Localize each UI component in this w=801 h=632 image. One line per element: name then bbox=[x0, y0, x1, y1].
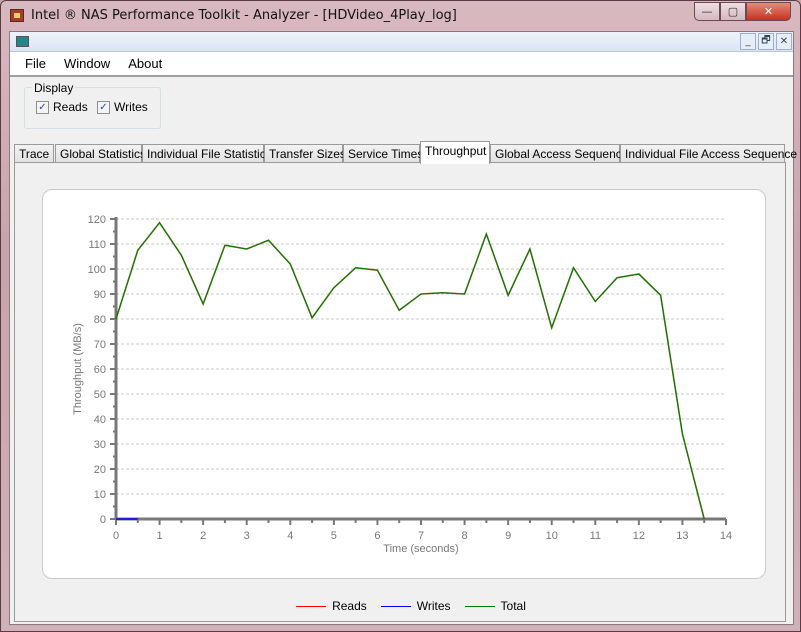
app-window: Intel ® NAS Performance Toolkit - Analyz… bbox=[0, 0, 801, 632]
legend-label: Total bbox=[500, 599, 526, 613]
y-tick-label: 20 bbox=[94, 464, 106, 476]
legend-label: Reads bbox=[332, 599, 367, 613]
reads-checkbox[interactable]: ✓ Reads bbox=[36, 100, 88, 114]
x-tick-label: 12 bbox=[633, 530, 645, 542]
x-tick-label: 1 bbox=[157, 530, 163, 542]
chart-area: 0 10 20 30 40 50 60 70 80 90 100 110 120 0 1 2 3 4 5 6 7 8 9 10… bbox=[42, 189, 766, 579]
legend-writes[interactable]: Writes bbox=[380, 599, 451, 613]
y-tick-label: 100 bbox=[88, 264, 106, 276]
tab-global-access-sequence[interactable]: Global Access Sequence bbox=[490, 144, 628, 163]
y-tick-label: 30 bbox=[94, 439, 106, 451]
x-tick-label: 13 bbox=[676, 530, 688, 542]
legend-swatch bbox=[296, 605, 327, 607]
x-tick-label: 11 bbox=[590, 530, 601, 542]
maximize-button[interactable]: ▢ bbox=[720, 2, 746, 21]
y-tick-label: 80 bbox=[94, 314, 106, 326]
x-tick-label: 10 bbox=[546, 530, 558, 542]
minimize-button[interactable]: — bbox=[694, 2, 720, 21]
x-tick-label: 4 bbox=[287, 530, 293, 542]
x-axis-label: Time (seconds) bbox=[383, 543, 458, 555]
x-tick-label: 8 bbox=[462, 530, 468, 542]
x-tick-label: 3 bbox=[244, 530, 250, 542]
x-tick-label: 7 bbox=[418, 530, 424, 542]
mdi-client: _ 🗗 ✕ File Window About Display ✓ Reads … bbox=[9, 31, 797, 625]
y-tick-label: 70 bbox=[94, 339, 106, 351]
tab-global-statistics[interactable]: Global Statistics bbox=[55, 144, 146, 163]
app-icon bbox=[10, 9, 24, 22]
y-tick-label: 90 bbox=[94, 289, 106, 301]
x-tick-label: 9 bbox=[505, 530, 511, 542]
legend-swatch bbox=[464, 605, 495, 607]
tab-service-times[interactable]: Service Times bbox=[343, 144, 423, 163]
reads-label: Reads bbox=[53, 100, 88, 114]
legend-swatch bbox=[380, 605, 411, 607]
checkmark-icon: ✓ bbox=[97, 100, 110, 114]
throughput-chart: 01020304050607080901001101200 1 2 3 4 5 6 7 8 9 10… bbox=[72, 214, 732, 555]
legend-label: Writes bbox=[416, 599, 451, 613]
tab-individual-file-statistics[interactable]: Individual File Statistics bbox=[142, 144, 272, 163]
window-title: Intel ® NAS Performance Toolkit - Analyz… bbox=[31, 8, 457, 23]
x-tick-label: 0 bbox=[113, 530, 119, 542]
series-reads-line bbox=[115, 221, 705, 520]
menu-about[interactable]: About bbox=[119, 56, 171, 71]
y-tick-label: 60 bbox=[94, 364, 106, 376]
y-tick-label: 120 bbox=[88, 214, 106, 226]
menu-window[interactable]: Window bbox=[55, 56, 119, 71]
x-tick-label: 14 bbox=[720, 530, 732, 542]
menu-bar: File Window About bbox=[10, 52, 793, 77]
display-group: Display ✓ Reads ✓ Writes bbox=[24, 81, 161, 129]
tab-individual-file-access-sequence[interactable]: Individual File Access Sequence bbox=[620, 144, 797, 163]
y-tick-label: 50 bbox=[94, 389, 106, 401]
y-tick-label: 40 bbox=[94, 414, 106, 426]
x-tick-label: 5 bbox=[331, 530, 337, 542]
series-total-line bbox=[115, 221, 705, 520]
close-button[interactable]: ✕ bbox=[746, 2, 791, 21]
mdi-close-button[interactable]: ✕ bbox=[776, 33, 792, 50]
mdi-minimize-button[interactable]: _ bbox=[740, 33, 756, 50]
throughput-panel: 0 10 20 30 40 50 60 70 80 90 100 110 120 0 1 2 3 4 5 6 7 8 9 10… bbox=[14, 162, 786, 622]
checkmark-icon: ✓ bbox=[36, 100, 49, 114]
tab-transfer-sizes[interactable]: Transfer Sizes bbox=[264, 144, 346, 163]
tab-throughput[interactable]: Throughput bbox=[420, 141, 490, 164]
tab-trace[interactable]: Trace bbox=[14, 144, 54, 163]
y-axis-label: Throughput (MB/s) bbox=[72, 323, 84, 415]
legend-reads[interactable]: Reads bbox=[296, 599, 367, 613]
x-tick-label: 6 bbox=[374, 530, 380, 542]
legend-total[interactable]: Total bbox=[464, 599, 526, 613]
chart-legend: Reads Writes Total bbox=[15, 599, 785, 613]
writes-checkbox[interactable]: ✓ Writes bbox=[97, 100, 148, 114]
display-group-label: Display bbox=[32, 81, 76, 95]
mdi-restore-button[interactable]: 🗗 bbox=[758, 33, 774, 50]
x-tick-label: 2 bbox=[200, 530, 206, 542]
menu-file[interactable]: File bbox=[16, 56, 55, 71]
mdi-child-bar: _ 🗗 ✕ bbox=[10, 32, 793, 52]
document-icon[interactable] bbox=[16, 36, 29, 47]
y-tick-label: 0 bbox=[100, 514, 106, 526]
writes-label: Writes bbox=[114, 100, 148, 114]
y-tick-label: 10 bbox=[94, 489, 106, 501]
y-tick-label: 110 bbox=[88, 239, 106, 251]
